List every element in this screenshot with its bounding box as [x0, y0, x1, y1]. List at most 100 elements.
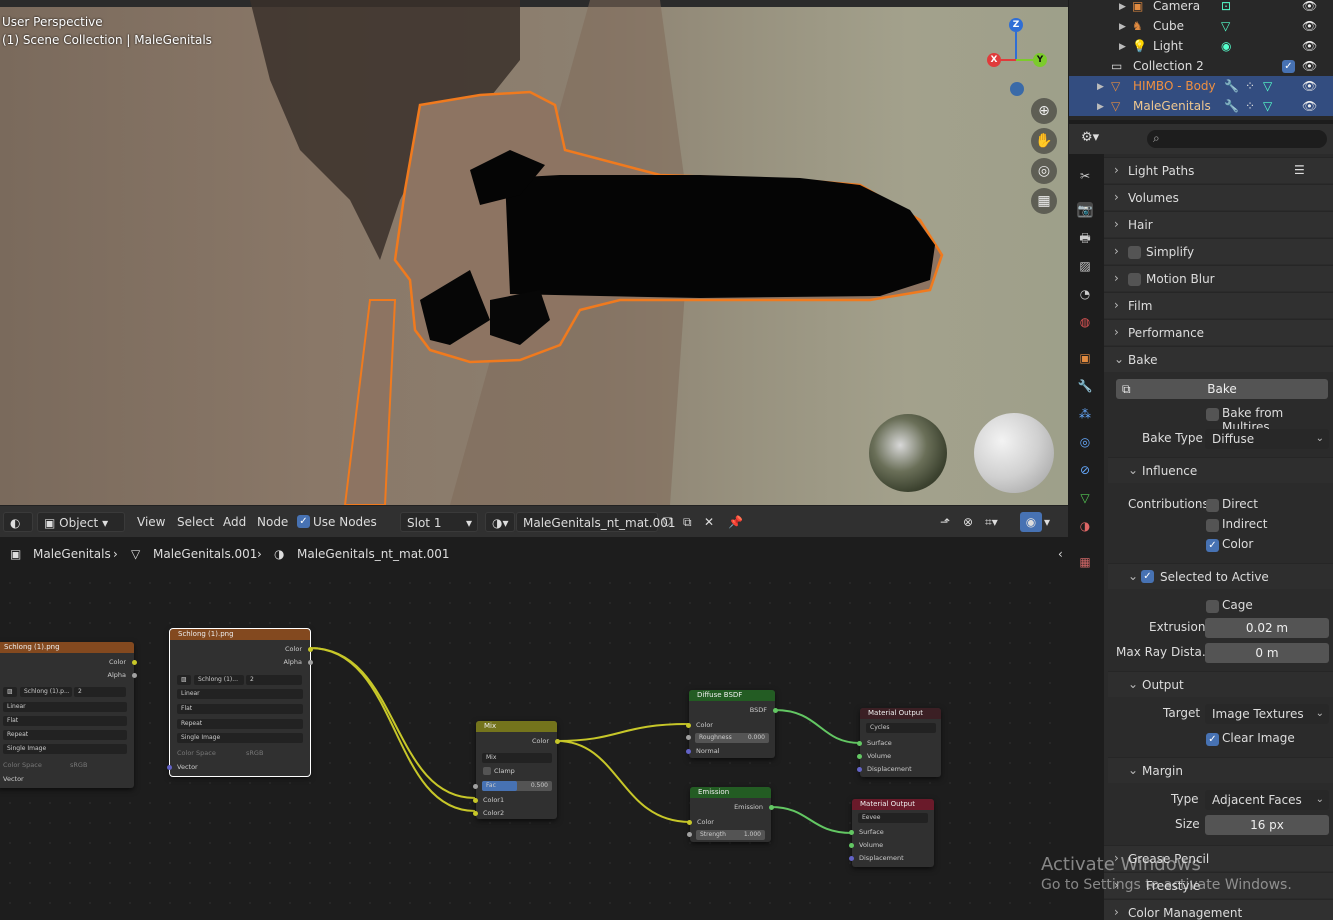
margin-size-field[interactable]: 16 px [1205, 815, 1329, 835]
motion-blur-checkbox[interactable] [1128, 273, 1141, 286]
socket-color-out[interactable] [555, 739, 560, 744]
strength-field[interactable]: Strength 1.000 [696, 830, 765, 840]
target-dropdown[interactable]: Eevee [858, 813, 928, 823]
fake-user-icon[interactable]: ⛉ [663, 512, 672, 532]
panel-motion-blur[interactable]: › Motion Blur [1104, 265, 1333, 291]
socket-fac-in[interactable] [473, 784, 478, 789]
extrusion-field[interactable]: 0.02 m [1205, 618, 1329, 638]
duplicate-material-icon[interactable]: ⧉ [683, 512, 692, 532]
socket-color-in[interactable] [686, 723, 691, 728]
use-nodes-checkbox[interactable]: ✓ [297, 515, 310, 528]
image-users-field[interactable]: 2 [246, 675, 302, 685]
gizmo-y-axis[interactable]: Y [1033, 53, 1047, 67]
outliner-row-cube[interactable]: ▶ ♞ Cube ▽ 👁 [1069, 16, 1333, 36]
material-name-field[interactable]: MaleGenitals_nt_mat.001 [516, 512, 675, 532]
clear-image-checkbox[interactable]: ✓ [1206, 733, 1219, 746]
outliner-row-light[interactable]: ▶ 💡 Light ◉ 👁 [1069, 36, 1333, 56]
overlay-toggle-icon[interactable]: ◉ [1020, 512, 1042, 532]
emission-node[interactable]: Emission Emission Color Strength 1.000 [687, 787, 774, 842]
image-name-field[interactable]: Schlong (1).p... [20, 687, 72, 697]
collapse-sidebar-icon[interactable]: ‹ [1058, 547, 1063, 561]
image-name-field[interactable]: Schlong (1)... [194, 675, 244, 685]
visibility-eye-icon[interactable]: 👁 [1302, 79, 1317, 93]
view-layer-tab-icon[interactable]: ▨ [1077, 258, 1093, 274]
texture-tab-icon[interactable]: ▦ [1077, 554, 1093, 570]
pin-icon[interactable]: 📌 [728, 512, 743, 532]
socket-alpha-out[interactable] [132, 673, 137, 678]
bake-button[interactable]: ⧉ Bake [1116, 379, 1328, 399]
presets-list-icon[interactable]: ☰ [1294, 163, 1305, 177]
editor-type-icon[interactable]: ◐ ▾ [3, 512, 33, 550]
visibility-eye-icon[interactable]: 👁 [1302, 99, 1317, 113]
socket-strength-in[interactable] [687, 832, 692, 837]
source-dropdown[interactable]: Single Image [3, 744, 127, 754]
outliner-row-malegenitals[interactable]: ▶ ▽ MaleGenitals 🔧 ⁘ ▽ 👁 [1069, 96, 1333, 116]
panel-light-paths[interactable]: › Light Paths ☰ [1104, 157, 1333, 183]
physics-tab-icon[interactable]: ◎ [1077, 434, 1093, 450]
expand-arrow-icon[interactable]: ▶ [1119, 22, 1126, 32]
roughness-field[interactable]: Roughness 0.000 [695, 733, 769, 743]
bake-type-dropdown[interactable]: Diffuse ⌄ [1205, 429, 1329, 449]
3d-viewport[interactable]: User Perspective (1) Scene Collection | … [0, 0, 1068, 505]
visibility-eye-icon[interactable]: 👁 [1302, 39, 1317, 53]
image-browse-icon[interactable]: ▨ [177, 675, 191, 685]
socket-normal-in[interactable] [686, 749, 691, 754]
material-output-cycles-node[interactable]: Material Output Cycles Surface Volume Di… [857, 708, 941, 777]
object-mode-dropdown[interactable]: ▣ Object ▾ [37, 512, 125, 532]
panel-film[interactable]: › Film [1104, 292, 1333, 318]
panel-output[interactable]: ⌄ Output [1108, 671, 1333, 697]
visibility-eye-icon[interactable]: 👁 [1302, 0, 1317, 13]
snap-grid-icon[interactable]: ⌗▾ [985, 512, 998, 532]
source-dropdown[interactable]: Single Image [177, 733, 303, 743]
mix-node[interactable]: Mix Color Mix Clamp Fac 0.500 Color1 Col… [473, 721, 560, 819]
image-texture-node-1[interactable]: Schlong (1).png Color Alpha Schlong (1).… [0, 642, 137, 788]
expand-arrow-icon[interactable]: ▶ [1119, 2, 1126, 12]
panel-selected-to-active[interactable]: ⌄ ✓ Selected to Active [1108, 563, 1333, 589]
material-output-eevee-node[interactable]: Material Output Eevee Surface Volume Dis… [849, 799, 934, 867]
slot-dropdown[interactable]: Slot 1 ▾ [400, 512, 478, 532]
socket-alpha-out[interactable] [308, 660, 313, 665]
expand-arrow-icon[interactable]: ▶ [1119, 42, 1126, 52]
socket-surface-in[interactable] [849, 830, 854, 835]
extension-dropdown[interactable]: Repeat [177, 719, 303, 729]
collection-include-checkbox[interactable]: ✓ [1282, 60, 1295, 73]
socket-volume-in[interactable] [857, 754, 862, 759]
modifier-tab-icon[interactable]: 🔧 [1077, 378, 1093, 394]
output-tab-icon[interactable]: 🖶 [1077, 230, 1093, 246]
constraints-tab-icon[interactable]: ⊘ [1077, 462, 1093, 478]
panel-hair[interactable]: › Hair [1104, 211, 1333, 237]
unlink-material-icon[interactable]: ✕ [704, 512, 714, 532]
fac-slider[interactable]: Fac 0.500 [482, 781, 552, 791]
outliner-row-collection-2[interactable]: ▭ Collection 2 ✓ 👁 [1069, 56, 1333, 76]
panel-volumes[interactable]: › Volumes [1104, 184, 1333, 210]
particles-tab-icon[interactable]: ⁂ [1077, 406, 1093, 422]
projection-dropdown[interactable]: Flat [3, 716, 127, 726]
render-tab-icon[interactable]: 📷 [1077, 202, 1093, 218]
gizmo-neg-y-axis[interactable] [1010, 82, 1024, 96]
camera-view-icon[interactable]: ◎ [1031, 158, 1057, 184]
clamp-checkbox[interactable] [483, 767, 491, 775]
socket-bsdf-out[interactable] [773, 708, 778, 713]
panel-margin[interactable]: ⌄ Margin [1108, 757, 1333, 783]
diffuse-bsdf-node[interactable]: Diffuse BSDF BSDF Color Roughness 0.000 … [686, 690, 778, 758]
scene-tab-icon[interactable]: ◔ [1077, 286, 1093, 302]
node-canvas[interactable]: Schlong (1).png Color Alpha Schlong (1).… [0, 573, 1068, 920]
menu-add[interactable]: Add [223, 512, 246, 532]
hand-pan-icon[interactable]: ✋ [1031, 128, 1057, 154]
socket-volume-in[interactable] [849, 843, 854, 848]
socket-color2-in[interactable] [473, 811, 478, 816]
panel-performance[interactable]: › Performance [1104, 319, 1333, 345]
target-dropdown[interactable]: Cycles [866, 723, 936, 733]
panel-influence[interactable]: ⌄ Influence [1108, 457, 1333, 483]
outliner-row-camera[interactable]: ▶ ▣ Camera ⊡ 👁 [1069, 0, 1333, 16]
gizmo-x-axis[interactable]: X [987, 53, 1001, 67]
socket-displacement-in[interactable] [849, 856, 854, 861]
extension-dropdown[interactable]: Repeat [3, 730, 127, 740]
panel-color-management[interactable]: › Color Management [1104, 899, 1333, 920]
color-checkbox[interactable]: ✓ [1206, 539, 1219, 552]
target-dropdown[interactable]: Image Textures ⌄ [1205, 704, 1329, 724]
visibility-eye-icon[interactable]: 👁 [1302, 59, 1317, 73]
expand-arrow-icon[interactable]: ▶ [1097, 82, 1104, 92]
tool-tab-icon[interactable]: ✂ [1077, 168, 1093, 184]
menu-node[interactable]: Node [257, 512, 288, 532]
